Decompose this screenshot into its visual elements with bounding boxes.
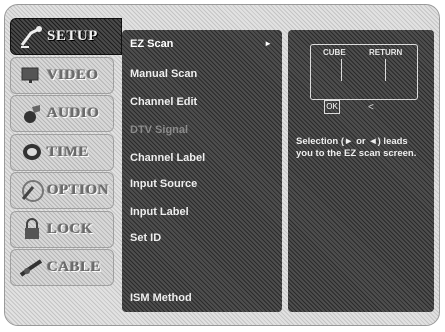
- menu-item-ez-scan[interactable]: EZ Scan: [130, 38, 173, 50]
- menu-item-channel-edit[interactable]: Channel Edit: [130, 96, 197, 108]
- tab-label: LOCK: [47, 220, 94, 237]
- padlock-icon: [17, 215, 47, 243]
- tab-option[interactable]: OPTION: [10, 172, 114, 209]
- tv-icon: [17, 61, 47, 89]
- right-arrow-icon: ►: [264, 39, 272, 48]
- pointer-line: [341, 59, 342, 81]
- menu-item-input-source[interactable]: Input Source: [130, 178, 197, 190]
- menu-item-set-id[interactable]: Set ID: [130, 232, 161, 244]
- info-panel: CUBE RETURN OK < Selection (► or ◄) lead…: [288, 30, 434, 312]
- cable-plug-icon: [17, 254, 47, 282]
- menu-item-ism-method[interactable]: ISM Method: [130, 292, 192, 304]
- menu-item-dtv-signal: DTV Signal: [130, 124, 189, 136]
- sidebar: SETUP VIDEO AUDIO TIME OPTION LOCK CABLE: [10, 18, 122, 288]
- tab-time[interactable]: TIME: [10, 133, 114, 171]
- option-ring-icon: [17, 177, 47, 205]
- satellite-dish-icon: [17, 23, 47, 51]
- tab-label: AUDIO: [47, 105, 100, 121]
- tab-audio[interactable]: AUDIO: [10, 95, 114, 132]
- tab-video[interactable]: VIDEO: [10, 56, 114, 94]
- pointer-arrow-icon: <: [368, 102, 374, 113]
- clock-icon: [17, 138, 47, 166]
- menu-item-channel-label[interactable]: Channel Label: [130, 152, 205, 164]
- tab-lock[interactable]: LOCK: [10, 210, 114, 248]
- tab-label: TIME: [47, 143, 90, 160]
- tab-setup[interactable]: SETUP: [10, 18, 122, 55]
- tab-label: CABLE: [47, 259, 102, 275]
- tab-label: OPTION: [47, 182, 110, 198]
- remote-left-label: CUBE: [323, 48, 346, 57]
- setup-menu: EZ Scan ► Manual Scan Channel Edit DTV S…: [122, 30, 282, 312]
- pointer-line: [385, 59, 386, 81]
- menu-item-manual-scan[interactable]: Manual Scan: [130, 68, 197, 80]
- ok-button-diagram: OK: [324, 100, 340, 114]
- tab-label: SETUP: [47, 28, 98, 44]
- remote-diagram: CUBE RETURN: [310, 44, 418, 100]
- tab-label: VIDEO: [47, 66, 99, 83]
- speaker-icon: [17, 100, 47, 128]
- menu-item-input-label[interactable]: Input Label: [130, 206, 189, 218]
- tab-cable[interactable]: CABLE: [10, 249, 114, 286]
- remote-right-label: RETURN: [369, 48, 403, 57]
- help-text: Selection (► or ◄) leads you to the EZ s…: [296, 136, 417, 159]
